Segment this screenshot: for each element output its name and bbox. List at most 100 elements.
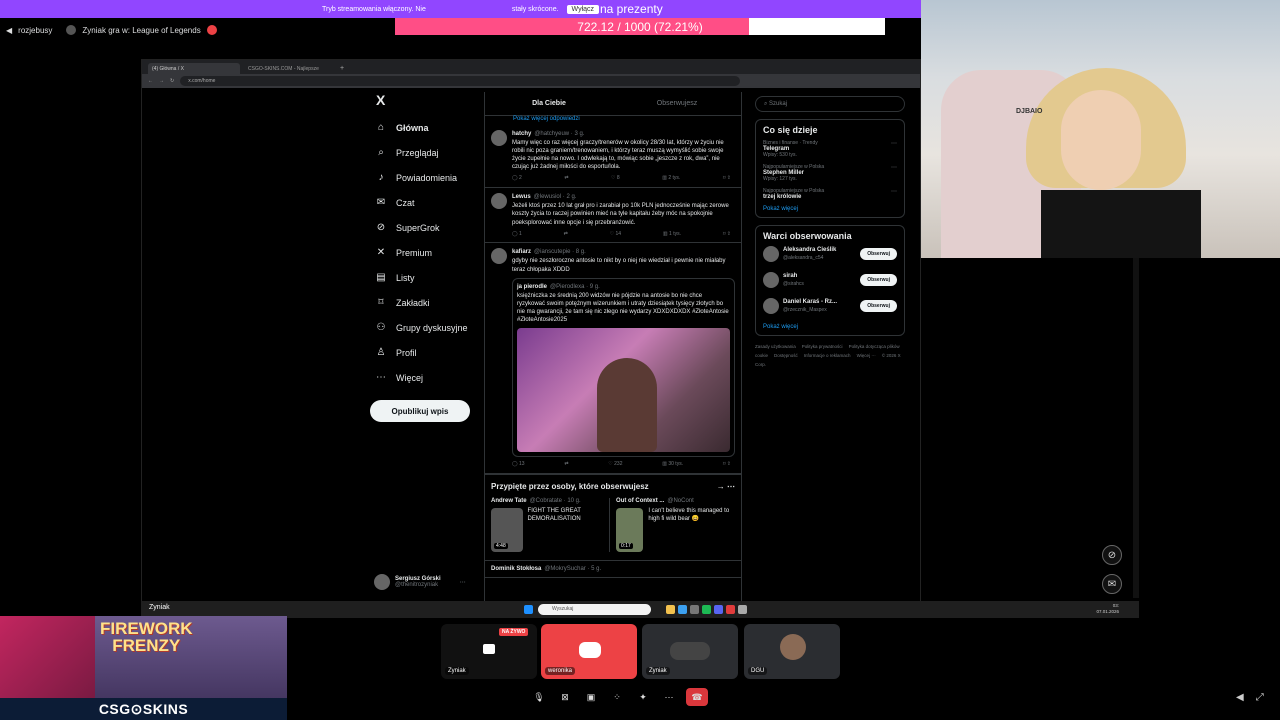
follow-button[interactable]: Obserwuj	[860, 248, 897, 260]
bookmark-icon[interactable]: ⌑ ⇪	[723, 461, 731, 468]
new-tab-icon[interactable]: +	[340, 65, 344, 72]
retweet-icon[interactable]: ⇄	[564, 231, 568, 238]
forward-icon[interactable]: →	[159, 78, 164, 84]
follow-button[interactable]: Obserwuj	[860, 274, 897, 286]
footer-link[interactable]: Informacje o reklamach	[804, 353, 851, 358]
trend-item[interactable]: Najpopularniejsze w Polska Stephen Miller…	[763, 164, 897, 182]
retweet-icon[interactable]: ⇄	[564, 461, 568, 468]
call-tile-weronika[interactable]: weronika	[541, 624, 637, 679]
nav-item-8[interactable]: ⌑ Zakładki	[370, 290, 490, 315]
more-options-icon[interactable]: ⋯	[660, 688, 678, 706]
nav-item-2[interactable]: ⌕ Przeglądaj	[370, 140, 490, 165]
volume-icon[interactable]: ◀	[1236, 692, 1244, 703]
quote-video[interactable]	[517, 328, 730, 453]
follow-suggestion[interactable]: Aleksandra Cieślik @aleksandra_c54 Obserwu…	[763, 246, 897, 262]
soundboard-icon[interactable]: ✦	[634, 688, 652, 706]
grok-icon[interactable]: ⊘	[1102, 545, 1122, 565]
quoted-tweet[interactable]: ja pierodle @Pierodlexa · 9 g. księżniczk…	[512, 277, 735, 458]
nav-item-6[interactable]: ✕ Premium	[370, 240, 490, 265]
camera-off-icon[interactable]: ⊠	[556, 688, 574, 706]
follow-button[interactable]: Obserwuj	[860, 300, 897, 312]
like-button[interactable]: ♡ 14	[610, 231, 621, 238]
retweet-icon[interactable]: ⇄	[564, 175, 568, 182]
tweet[interactable]: Lewus @lewusiol · 2 g. Jeżeli ktoś przez …	[485, 188, 741, 244]
views-count[interactable]: ▥ 30 tys.	[662, 461, 683, 468]
avatar[interactable]	[491, 248, 507, 265]
nav-item-7[interactable]: ▤ Listy	[370, 265, 490, 290]
show-more-follow-link[interactable]: Pokaż więcej	[763, 324, 897, 330]
spotify-icon[interactable]	[702, 605, 711, 614]
trend-item[interactable]: Najpopularniejsze w Polska trzej królowie…	[763, 188, 897, 200]
search-input[interactable]: ⌕ Szukaj	[755, 96, 905, 112]
tweet-author[interactable]: hatchy	[512, 130, 531, 138]
more-icon[interactable]: ⋯	[891, 140, 897, 147]
footer-link[interactable]: Dostępność	[774, 353, 798, 358]
arrow-right-icon[interactable]: → ⋯	[717, 482, 735, 491]
account-switcher[interactable]: Sergiusz Górski @thenitrozyniak ⋯	[374, 574, 466, 590]
back-icon[interactable]: ←	[148, 78, 153, 84]
reply-button[interactable]: ◯ 13	[512, 461, 525, 468]
hang-up-button[interactable]: ☎	[686, 688, 708, 706]
avatar[interactable]	[763, 298, 779, 314]
tweet-author[interactable]: Lewus	[512, 193, 531, 201]
footer-link[interactable]: Zasady użytkowania	[755, 344, 796, 349]
footer-link[interactable]: Polityka prywatności	[802, 344, 843, 349]
nav-item-5[interactable]: ⊘ SuperGrok	[370, 215, 490, 240]
pinned-video-thumb[interactable]: 4:48	[491, 507, 523, 552]
tweet[interactable]: Dominik Stokłosa @MokrySuchar · 5 g.	[485, 559, 741, 578]
taskbar-clock[interactable]: 03: 07.01.2026	[1096, 603, 1119, 615]
call-tile-zyniak[interactable]: Zyniak	[642, 624, 738, 679]
microphone-icon[interactable]: 🎙	[530, 688, 548, 706]
taskbar-search-input[interactable]: Wyszukaj	[538, 604, 651, 615]
messages-icon[interactable]: ✉	[1102, 574, 1122, 594]
bookmark-icon[interactable]: ⌑ ⇪	[723, 231, 731, 238]
tweet-author[interactable]: kafiarz	[512, 248, 531, 256]
fullscreen-icon[interactable]: ⤢	[1256, 692, 1264, 703]
follow-suggestion[interactable]: Daniel Karaś - Rz... @rzecznik_Maspex Obse…	[763, 298, 897, 314]
views-count[interactable]: ▥ 1 tys.	[663, 231, 681, 238]
nav-item-4[interactable]: ✉ Czat	[370, 190, 490, 215]
reload-icon[interactable]: ↻	[170, 78, 174, 84]
post-button[interactable]: Opublikuj wpis	[370, 400, 470, 422]
avatar[interactable]	[763, 272, 779, 288]
avatar[interactable]	[491, 130, 507, 146]
avatar[interactable]	[763, 246, 779, 262]
file-explorer-icon[interactable]	[666, 605, 675, 614]
tab-x-home[interactable]: (4) Główna / X	[148, 63, 240, 74]
tab-following[interactable]: Obserwujesz	[613, 92, 741, 115]
app-icon[interactable]	[726, 605, 735, 614]
more-icon[interactable]: ⋯	[891, 188, 897, 195]
like-button[interactable]: ♡ 8	[611, 175, 620, 182]
app-icon[interactable]	[738, 605, 747, 614]
x-logo-icon[interactable]: X	[376, 92, 490, 108]
chrome-icon[interactable]	[678, 605, 687, 614]
follow-suggestion[interactable]: sirah @sirahcs Obserwuj	[763, 272, 897, 288]
nav-item-11[interactable]: ⋯ Więcej	[370, 365, 490, 390]
pinned-card[interactable]: Out of Context ... @NoCont 0:17 I can't b…	[616, 498, 735, 552]
nav-item-9[interactable]: ⚇ Grupy dyskusyjne	[370, 315, 490, 340]
bookmark-icon[interactable]: ⌑ ⇪	[723, 175, 731, 182]
more-icon[interactable]: ⋯	[891, 164, 897, 171]
footer-link[interactable]: Więcej ···	[857, 353, 876, 358]
tweet-author[interactable]: Dominik Stokłosa	[491, 566, 541, 572]
avatar[interactable]	[491, 193, 507, 210]
pinned-video-thumb[interactable]: 0:17	[616, 507, 644, 552]
url-field[interactable]: x.com/home	[180, 76, 741, 86]
nav-item-10[interactable]: ♙ Profil	[370, 340, 490, 365]
app-icon[interactable]	[690, 605, 699, 614]
tweet[interactable]: kafiarz @ianscutepie · 8 g. gdyby nie zes…	[485, 243, 741, 474]
pinned-card[interactable]: Andrew Tate @Cobratate · 10 g. 4:48 FIGHT…	[491, 497, 611, 552]
show-more-replies-link[interactable]: Pokaż więcej odpowiedzi	[485, 116, 741, 125]
tab-csgoskins[interactable]: CSGO-SKINS.COM - Najlepsze	[244, 63, 336, 74]
tab-for-you[interactable]: Dla Ciebie	[485, 92, 613, 115]
more-icon[interactable]: ⋯	[460, 579, 466, 586]
reply-button[interactable]: ◯ 2	[512, 175, 522, 182]
call-tile-dgu[interactable]: DGU	[744, 624, 840, 679]
activities-icon[interactable]: ⁘	[608, 688, 626, 706]
like-button[interactable]: ♡ 232	[608, 461, 622, 468]
windows-start-icon[interactable]	[524, 605, 533, 614]
disable-button[interactable]: Wyłącz	[566, 4, 600, 14]
views-count[interactable]: ▥ 2 tys.	[662, 175, 680, 182]
show-more-trends-link[interactable]: Pokaż więcej	[763, 206, 897, 212]
reply-button[interactable]: ◯ 1	[512, 231, 522, 238]
